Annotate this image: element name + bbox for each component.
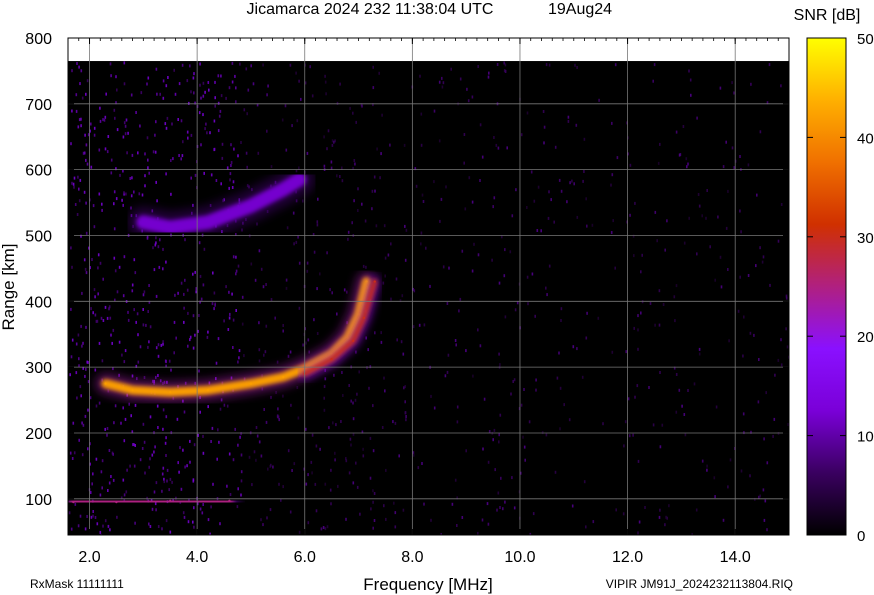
colorbar-tick-label: 50 — [857, 31, 874, 48]
trace-point — [228, 499, 231, 502]
trace-point — [72, 500, 75, 504]
trace-point — [362, 316, 366, 319]
x-tick-label: 2.0 — [78, 549, 100, 566]
trace-e-layer-echo — [68, 490, 240, 512]
trace-point — [104, 382, 107, 385]
trace-point — [282, 188, 285, 191]
colorbar-tick-label: 0 — [857, 528, 865, 545]
y-tick-label: 200 — [25, 426, 52, 443]
trace-point — [249, 204, 253, 208]
trace-point — [169, 391, 172, 394]
chart-date: 19Aug24 — [548, 1, 612, 18]
file-label: VIPIR JM91J_2024232113804.RIQ — [606, 577, 793, 591]
trace-point — [373, 280, 376, 283]
trace-point — [249, 382, 253, 385]
x-tick-label: 10.0 — [504, 549, 535, 566]
colorbar-title: SNR [dB] — [794, 7, 861, 24]
y-tick-label: 700 — [25, 97, 52, 114]
heatmap-layer — [68, 61, 789, 535]
y-tick-label: 800 — [25, 31, 52, 48]
x-tick-label: 6.0 — [294, 549, 316, 566]
trace-point — [282, 375, 285, 379]
y-axis-label: Range [km] — [0, 244, 18, 331]
trace-point — [352, 339, 355, 342]
heatmap-background — [68, 61, 789, 535]
y-tick-label: 100 — [25, 492, 52, 509]
trace-point — [142, 221, 145, 224]
x-axis-label: Frequency [MHz] — [363, 575, 492, 594]
trace-point — [169, 226, 172, 229]
colorbar-tick-label: 10 — [857, 429, 874, 446]
ionogram-chart: Jicamarca 2024 232 11:38:04 UTC 19Aug24 … — [0, 1, 874, 594]
trace-point — [131, 389, 134, 392]
trace-point — [206, 221, 210, 224]
x-tick-label: 8.0 — [401, 549, 423, 566]
rxmask-label: RxMask 11111111 — [30, 577, 124, 591]
trace-point — [115, 500, 118, 504]
trace-point — [169, 499, 172, 502]
x-tick-label: 14.0 — [720, 549, 751, 566]
y-tick-label: 500 — [25, 228, 52, 245]
colorbar — [806, 37, 847, 536]
trace-point — [298, 178, 301, 181]
colorbar-tick-label: 30 — [857, 230, 874, 247]
chart-title: Jicamarca 2024 232 11:38:04 UTC — [247, 1, 494, 18]
x-tick-label: 12.0 — [612, 549, 643, 566]
colorbar-tick-label: 20 — [857, 329, 874, 346]
x-tick-label: 4.0 — [186, 549, 208, 566]
colorbar-tick-label: 40 — [857, 130, 874, 147]
y-tick-label: 300 — [25, 360, 52, 377]
trace-point — [365, 280, 368, 283]
y-tick-label: 600 — [25, 163, 52, 180]
y-tick-label: 400 — [25, 294, 52, 311]
trace-point — [330, 358, 333, 361]
trace-point — [206, 389, 210, 392]
